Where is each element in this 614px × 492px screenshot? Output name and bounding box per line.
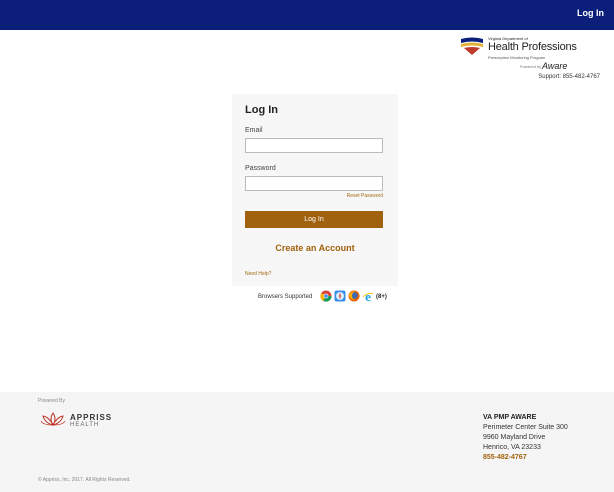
brand-powered-by: Powered by — [520, 64, 542, 69]
email-label: Email — [245, 127, 263, 134]
firefox-icon — [348, 290, 360, 302]
appriss-health: HEALTH — [70, 422, 100, 428]
password-label: Password — [245, 165, 276, 172]
browsers-label: Browsers Supported — [258, 294, 313, 300]
chrome-icon — [320, 290, 332, 302]
brand-program: Prescription Monitoring Program — [488, 55, 546, 60]
password-field[interactable] — [245, 176, 383, 191]
create-account-link[interactable]: Create an Account — [232, 243, 398, 253]
virginia-flag-logo-icon — [461, 37, 483, 55]
login-card: Log In Email Password Reset Password Log… — [232, 94, 398, 286]
footer-powered-by: Powered By — [38, 398, 65, 404]
browsers-version-count: (8+) — [376, 294, 387, 300]
support-phone: Support: 855-482-4767 — [538, 74, 600, 80]
address-phone: 855-482-4767 — [483, 454, 527, 461]
appriss-lotus-logo-icon — [40, 412, 66, 426]
header-login-link[interactable]: Log In — [577, 8, 604, 18]
contact-address: VA PMP AWARE Perimeter Center Suite 300 … — [483, 413, 568, 463]
page: Log In Virginia Department of Health Pro… — [0, 0, 614, 492]
vdhp-brand: Virginia Department of Health Profession… — [460, 36, 600, 106]
address-org: VA PMP AWARE — [483, 414, 537, 421]
reset-password-link[interactable]: Reset Password — [347, 193, 383, 199]
svg-text:e: e — [365, 290, 371, 302]
internet-explorer-icon: e — [362, 290, 374, 302]
copyright: © Appriss, Inc. 2017. All Rights Reserve… — [38, 477, 131, 483]
aware-logo: Aware — [542, 61, 568, 71]
address-line-3: Henrico, VA 23233 — [483, 444, 541, 451]
login-title: Log In — [245, 104, 278, 116]
footer: Powered By APPRISS HEALTH © Appriss, Inc… — [0, 392, 614, 492]
top-navigation-bar: Log In — [0, 0, 614, 30]
appriss-name: APPRISS — [70, 413, 113, 422]
need-help-link[interactable]: Need Help? — [245, 271, 271, 277]
login-button[interactable]: Log In — [245, 211, 383, 228]
address-line-1: Perimeter Center Suite 300 — [483, 424, 568, 431]
safari-icon — [334, 290, 346, 302]
address-line-2: 9960 Mayland Drive — [483, 434, 546, 441]
email-field[interactable] — [245, 138, 383, 153]
brand-title: Health Professions — [488, 41, 577, 53]
